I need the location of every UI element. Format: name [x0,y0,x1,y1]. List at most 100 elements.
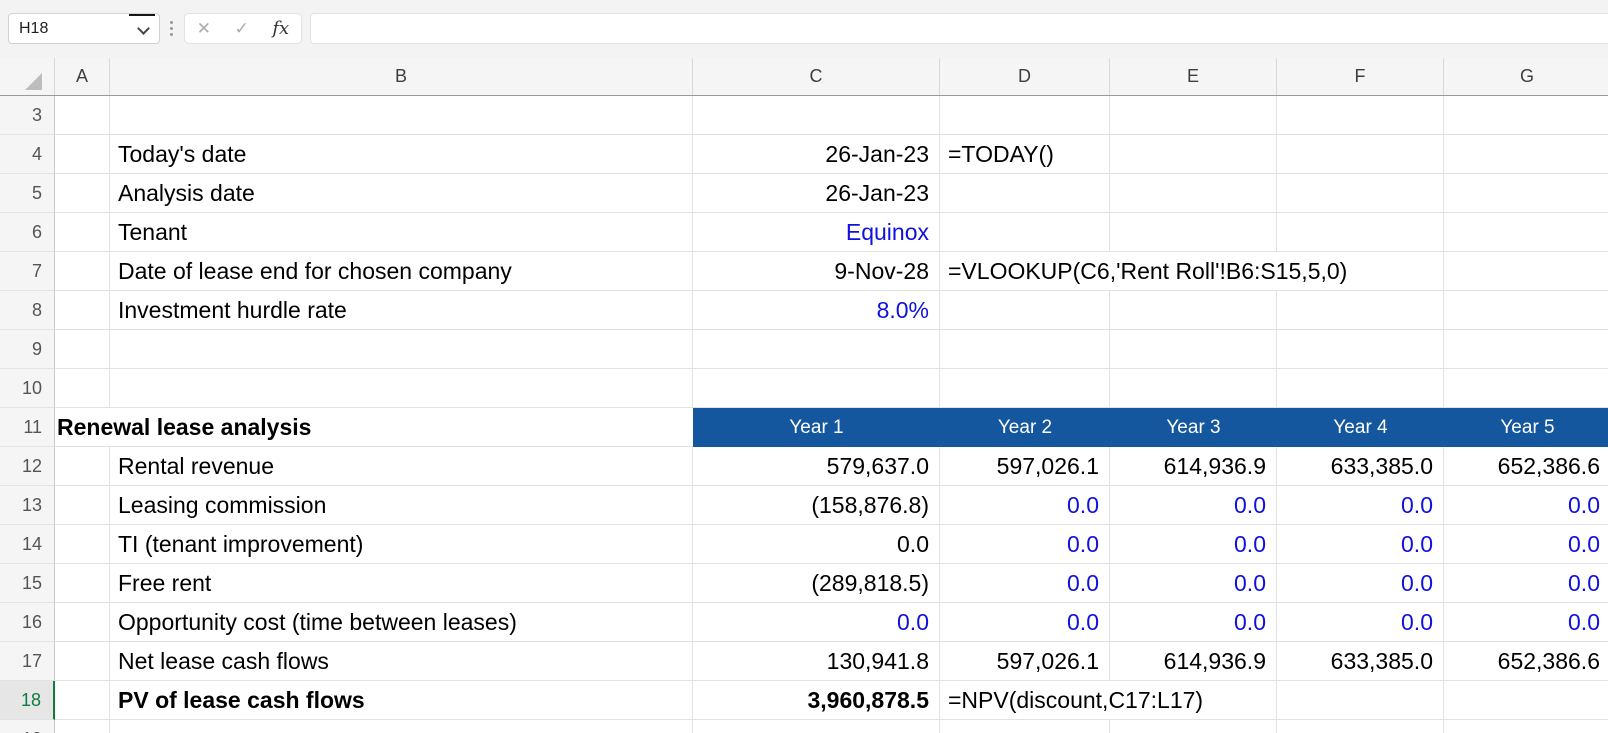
name-box[interactable]: H18 [8,13,160,44]
cell-E10[interactable] [1110,369,1277,408]
cell-F5[interactable] [1277,174,1444,213]
column-header-G[interactable]: G [1444,58,1608,95]
cell-E8[interactable] [1110,291,1277,330]
cell-E15[interactable]: 0.0 [1110,564,1277,603]
cell-B16[interactable]: Opportunity cost (time between leases) [110,603,693,642]
cell-G11[interactable]: Year 5 [1444,408,1608,447]
cell-D10[interactable] [940,369,1110,408]
cell-D4[interactable]: =TODAY() [940,135,1110,174]
cell-F3[interactable] [1277,96,1444,135]
cell-D12[interactable]: 597,026.1 [940,447,1110,486]
row-header-4[interactable]: 4 [0,135,55,174]
cell-D13[interactable]: 0.0 [940,486,1110,525]
enter-icon[interactable]: ✓ [235,19,249,39]
cell-D18[interactable]: =NPV(discount,C17:L17) [940,681,1277,720]
cell-G3[interactable] [1444,96,1608,135]
cell-E9[interactable] [1110,330,1277,369]
cell-G19[interactable] [1444,720,1608,733]
cell-A3[interactable] [55,96,110,135]
cell-A10[interactable] [55,369,110,408]
cell-D11[interactable]: Year 2 [940,408,1110,447]
cell-C14[interactable]: 0.0 [693,525,940,564]
cell-C13[interactable]: (158,876.8) [693,486,940,525]
cell-A17[interactable] [55,642,110,681]
cell-F4[interactable] [1277,135,1444,174]
column-header-C[interactable]: C [693,58,940,95]
cell-B14[interactable]: TI (tenant improvement) [110,525,693,564]
cell-A6[interactable] [55,213,110,252]
cell-C6[interactable]: Equinox [693,213,940,252]
cell-E3[interactable] [1110,96,1277,135]
cell-E12[interactable]: 614,936.9 [1110,447,1277,486]
cell-B13[interactable]: Leasing commission [110,486,693,525]
cell-C7[interactable]: 9-Nov-28 [693,252,940,291]
cell-E17[interactable]: 614,936.9 [1110,642,1277,681]
cell-G12[interactable]: 652,386.6 [1444,447,1608,486]
row-header-8[interactable]: 8 [0,291,55,330]
cell-B6[interactable]: Tenant [110,213,693,252]
cell-C12[interactable]: 579,637.0 [693,447,940,486]
cell-G5[interactable] [1444,174,1608,213]
row-header-11[interactable]: 11 [0,408,55,447]
cell-E13[interactable]: 0.0 [1110,486,1277,525]
cell-E6[interactable] [1110,213,1277,252]
cell-C3[interactable] [693,96,940,135]
cell-E14[interactable]: 0.0 [1110,525,1277,564]
cell-C17[interactable]: 130,941.8 [693,642,940,681]
cell-A12[interactable] [55,447,110,486]
cell-A4[interactable] [55,135,110,174]
cell-C18[interactable]: 3,960,878.5 [693,681,940,720]
select-all-corner[interactable] [0,58,55,95]
cell-F19[interactable] [1277,720,1444,733]
insert-function-icon[interactable]: fx [272,18,289,39]
cell-F11[interactable]: Year 4 [1277,408,1444,447]
cell-E5[interactable] [1110,174,1277,213]
cell-G15[interactable]: 0.0 [1444,564,1608,603]
cell-F10[interactable] [1277,369,1444,408]
cell-C11[interactable]: Year 1 [693,408,940,447]
cell-D8[interactable] [940,291,1110,330]
cell-E19[interactable] [1110,720,1277,733]
row-header-14[interactable]: 14 [0,525,55,564]
cell-D17[interactable]: 597,026.1 [940,642,1110,681]
cell-F14[interactable]: 0.0 [1277,525,1444,564]
row-header-3[interactable]: 3 [0,96,55,135]
cell-F18[interactable] [1277,681,1444,720]
cell-E4[interactable] [1110,135,1277,174]
cell-F12[interactable]: 633,385.0 [1277,447,1444,486]
row-header-15[interactable]: 15 [0,564,55,603]
cell-D7[interactable]: =VLOOKUP(C6,'Rent Roll'!B6:S15,5,0) [940,252,1444,291]
column-header-F[interactable]: F [1277,58,1444,95]
cell-C8[interactable]: 8.0% [693,291,940,330]
cell-C16[interactable]: 0.0 [693,603,940,642]
cell-G7[interactable] [1444,252,1608,291]
cell-F13[interactable]: 0.0 [1277,486,1444,525]
cell-E11[interactable]: Year 3 [1110,408,1277,447]
row-header-17[interactable]: 17 [0,642,55,681]
cell-B17[interactable]: Net lease cash flows [110,642,693,681]
cell-B10[interactable] [110,369,693,408]
cell-D9[interactable] [940,330,1110,369]
cell-G4[interactable] [1444,135,1608,174]
cell-B15[interactable]: Free rent [110,564,693,603]
cell-B8[interactable]: Investment hurdle rate [110,291,693,330]
cancel-icon[interactable]: ✕ [197,19,211,39]
row-header-6[interactable]: 6 [0,213,55,252]
cell-C9[interactable] [693,330,940,369]
cell-C5[interactable]: 26-Jan-23 [693,174,940,213]
column-header-D[interactable]: D [940,58,1110,95]
cell-F8[interactable] [1277,291,1444,330]
cell-A9[interactable] [55,330,110,369]
cell-B4[interactable]: Today's date [110,135,693,174]
cell-E16[interactable]: 0.0 [1110,603,1277,642]
cell-B3[interactable] [110,96,693,135]
row-header-9[interactable]: 9 [0,330,55,369]
cell-F16[interactable]: 0.0 [1277,603,1444,642]
cell-A18[interactable] [55,681,110,720]
cell-C19[interactable] [693,720,940,733]
cell-C4[interactable]: 26-Jan-23 [693,135,940,174]
cell-A13[interactable] [55,486,110,525]
cell-G6[interactable] [1444,213,1608,252]
column-header-A[interactable]: A [55,58,110,95]
row-header-18[interactable]: 18 [0,681,55,720]
